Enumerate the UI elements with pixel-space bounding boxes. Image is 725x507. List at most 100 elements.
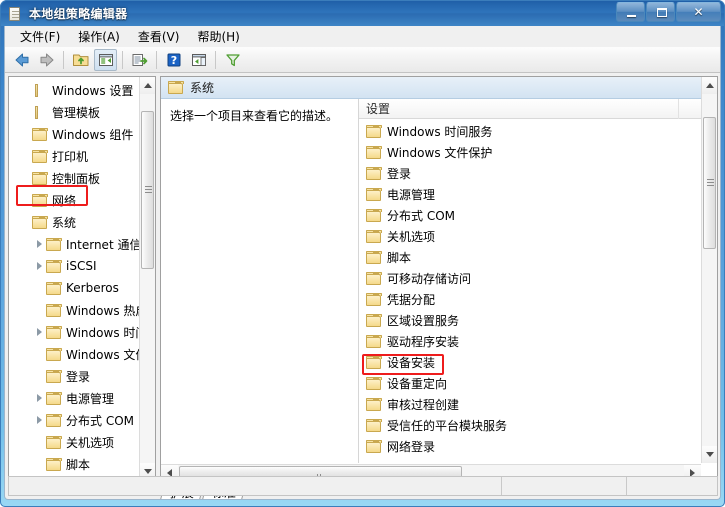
- title-bar[interactable]: 本地组策略编辑器 ✕: [1, 1, 724, 26]
- expander-arrow[interactable]: [31, 255, 46, 277]
- policy-tree: Windows 设置 管理模板 Windows 组件 打印机 控制面板 网络 系…: [9, 77, 141, 480]
- list-item-device-installation[interactable]: 设备安装: [359, 352, 717, 373]
- expander-arrow[interactable]: [31, 409, 46, 431]
- list-item[interactable]: 凭据分配: [359, 289, 717, 310]
- back-button[interactable]: [10, 49, 33, 71]
- tree-node-internet-communication-management[interactable]: Internet 通信管理: [9, 233, 141, 255]
- list-item[interactable]: 可移动存储访问: [359, 268, 717, 289]
- maximize-icon: [657, 8, 667, 17]
- settings-vertical-scrollbar[interactable]: [701, 77, 717, 463]
- menu-help[interactable]: 帮助(H): [188, 26, 248, 48]
- list-item[interactable]: Windows 文件保护: [359, 142, 717, 163]
- folder-icon: [366, 377, 382, 390]
- tree-node-label: 关机选项: [66, 435, 115, 450]
- scroll-up-button[interactable]: [702, 77, 717, 94]
- tree-node-administrative-templates[interactable]: 管理模板: [9, 101, 141, 123]
- pane-header: 系统: [161, 77, 717, 99]
- forward-button[interactable]: [35, 49, 58, 71]
- column-setting[interactable]: 设置: [359, 99, 679, 119]
- tree-node-windows-settings[interactable]: Windows 设置: [9, 79, 141, 101]
- folder-icon: [366, 230, 382, 243]
- funnel-filter-icon: [225, 53, 240, 66]
- tree-node-network[interactable]: 网络: [9, 189, 141, 211]
- tree-node-distributed-com[interactable]: 分布式 COM: [9, 409, 141, 431]
- list-item-label: 受信任的平台模块服务: [387, 419, 508, 433]
- list-item[interactable]: 脚本: [359, 247, 717, 268]
- scroll-up-button[interactable]: [140, 77, 155, 94]
- scroll-thumb-grip: [707, 179, 714, 187]
- filter-button[interactable]: [221, 49, 244, 71]
- list-item[interactable]: 区域设置服务: [359, 310, 717, 331]
- toolbar: ?: [5, 47, 720, 73]
- expander-placeholder: [31, 453, 46, 475]
- list-item[interactable]: 受信任的平台模块服务: [359, 415, 717, 436]
- expander-arrow[interactable]: [31, 233, 46, 255]
- tree-node-power-management[interactable]: 电源管理: [9, 387, 141, 409]
- up-one-level-button[interactable]: [69, 49, 92, 71]
- expander-placeholder: [17, 189, 32, 211]
- menu-file[interactable]: 文件(F): [11, 26, 69, 48]
- tree-node-shutdown-options[interactable]: 关机选项: [9, 431, 141, 453]
- list-item[interactable]: 关机选项: [359, 226, 717, 247]
- export-list-button[interactable]: [128, 49, 151, 71]
- tree-node-windows-hot-start[interactable]: Windows 热启动: [9, 299, 141, 321]
- folder-icon: [366, 419, 382, 432]
- description-text: 选择一个项目来查看它的描述。: [170, 109, 339, 123]
- folder-icon: [366, 356, 382, 369]
- expander-arrow[interactable]: [31, 321, 46, 343]
- settings-list-pane[interactable]: 设置 Windows 时间服务 Windows 文件保护 登录 电源管理 分布式…: [358, 99, 717, 463]
- list-item-label: 凭据分配: [387, 293, 436, 307]
- status-message: [9, 477, 502, 495]
- list-item[interactable]: 网络登录: [359, 436, 717, 457]
- folder-icon: [32, 215, 48, 229]
- list-column-header[interactable]: 设置: [359, 99, 717, 119]
- list-item[interactable]: 审核过程创建: [359, 394, 717, 415]
- list-item[interactable]: 驱动程序安装: [359, 331, 717, 352]
- tree-node-windows-file-protection[interactable]: Windows 文件保护: [9, 343, 141, 365]
- scroll-down-button[interactable]: [702, 446, 717, 463]
- tree-node-scripts[interactable]: 脚本: [9, 453, 141, 475]
- menu-action[interactable]: 操作(A): [69, 26, 129, 48]
- tree-node-windows-time-service[interactable]: Windows 时间服务: [9, 321, 141, 343]
- tree-node-label: 分布式 COM: [66, 413, 134, 428]
- tree-node-printers[interactable]: 打印机: [9, 145, 141, 167]
- folder-icon: [46, 281, 62, 295]
- show-action-pane-button[interactable]: [187, 49, 210, 71]
- list-item[interactable]: 登录: [359, 163, 717, 184]
- expander-placeholder: [31, 299, 46, 321]
- show-hide-console-tree-button[interactable]: [94, 48, 117, 71]
- minimize-button[interactable]: [616, 2, 645, 22]
- menu-bar: 文件(F) 操作(A) 查看(V) 帮助(H): [5, 26, 720, 47]
- console-tree-pane[interactable]: Windows 设置 管理模板 Windows 组件 打印机 控制面板 网络 系…: [8, 76, 156, 481]
- scroll-thumb[interactable]: [141, 111, 154, 269]
- folder-icon: [46, 391, 62, 405]
- expander-arrow[interactable]: [31, 387, 46, 409]
- folder-icon: [46, 369, 62, 383]
- settings-list-items: Windows 时间服务 Windows 文件保护 登录 电源管理 分布式 CO…: [359, 119, 717, 463]
- list-item[interactable]: 分布式 COM: [359, 205, 717, 226]
- tree-node-kerberos[interactable]: Kerberos: [9, 277, 141, 299]
- help-button[interactable]: ?: [162, 49, 185, 71]
- tree-node-system[interactable]: 系统: [9, 211, 141, 233]
- list-item-label: 可移动存储访问: [387, 272, 472, 286]
- tree-node-logon[interactable]: 登录: [9, 365, 141, 387]
- maximize-button[interactable]: [646, 2, 675, 22]
- tree-vertical-scrollbar[interactable]: [139, 77, 155, 480]
- menu-view[interactable]: 查看(V): [129, 26, 189, 48]
- folder-icon: [46, 325, 62, 339]
- tree-node-label: 网络: [52, 193, 77, 208]
- close-button[interactable]: ✕: [676, 2, 721, 22]
- tree-node-label: 脚本: [66, 457, 91, 472]
- split-panes: Windows 设置 管理模板 Windows 组件 打印机 控制面板 网络 系…: [8, 76, 718, 499]
- list-item[interactable]: 电源管理: [359, 184, 717, 205]
- tree-node-control-panel[interactable]: 控制面板: [9, 167, 141, 189]
- list-item[interactable]: Windows 时间服务: [359, 121, 717, 142]
- tree-node-windows-components[interactable]: Windows 组件: [9, 123, 141, 145]
- scroll-thumb[interactable]: [703, 117, 716, 249]
- folder-icon: [366, 293, 382, 306]
- tree-node-iscsi[interactable]: iSCSI: [9, 255, 141, 277]
- minimize-icon: [627, 15, 636, 17]
- tree-node-label: Windows 时间服务: [66, 325, 141, 340]
- export-list-icon: [132, 53, 147, 66]
- list-item[interactable]: 设备重定向: [359, 373, 717, 394]
